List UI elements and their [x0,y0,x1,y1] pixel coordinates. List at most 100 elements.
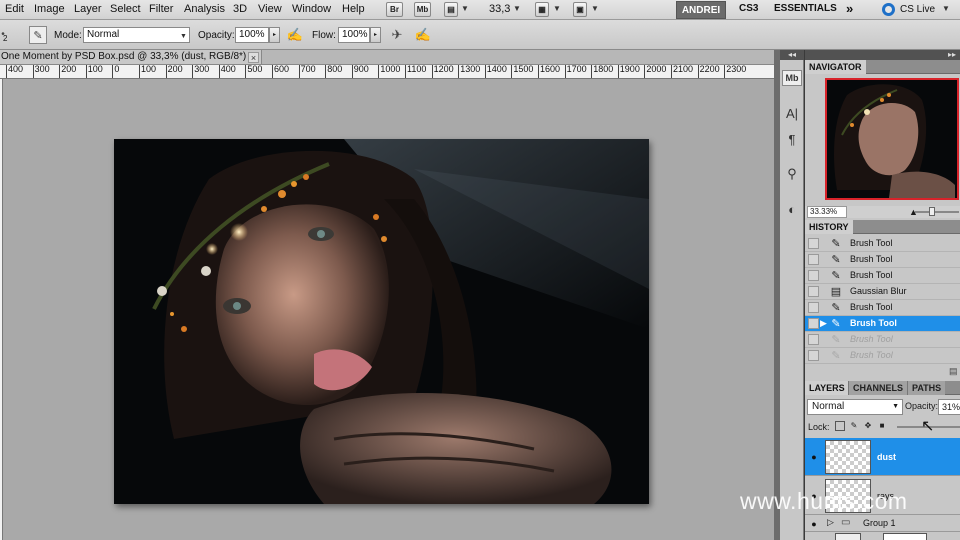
mini-bridge-button[interactable]: Mb [414,2,431,17]
chevron-down-icon[interactable]: ▼ [591,4,599,13]
lock-position-icon[interactable]: ✥ [863,421,873,431]
airbrush-icon[interactable]: ✈ [388,26,406,44]
snapshot-checkbox[interactable] [808,270,819,281]
pressure-opacity-icon[interactable]: ✍ [286,26,304,44]
image-canvas[interactable] [114,139,649,504]
navigator-zoom-input[interactable]: 33.33% [807,206,847,218]
layer-row[interactable]: ● dust [805,438,960,476]
history-item-undone[interactable]: ✎ Brush Tool [805,348,960,364]
navigator-panel-header: NAVIGATOR [805,60,960,74]
layer-group-row[interactable]: ● ▷ ▭ Group 1 [805,516,960,532]
history-item[interactable]: ✎ Brush Tool [805,268,960,284]
menu-help[interactable]: Help [342,3,365,15]
character-panel-icon[interactable]: A| [782,104,802,124]
menu-layer[interactable]: Layer [74,3,102,15]
zoom-level[interactable]: 33,3 [489,3,510,15]
history-item[interactable]: ✎ Brush Tool [805,252,960,268]
collapse-arrows-icon[interactable]: ▸▸ [805,50,960,60]
history-item[interactable]: ▤ Gaussian Blur [805,284,960,300]
expand-arrow-icon[interactable]: ▷ [827,517,834,528]
navigator-zoom-slider[interactable] [915,211,959,213]
close-icon[interactable]: × [248,52,259,63]
horizontal-ruler: 400 300 200 100 0 100 200 300 400 500 600 700 800 900… [0,65,774,79]
history-item-label: Brush Tool [850,238,893,248]
layers-panel-header: LAYERS CHANNELS PATHS [805,381,960,395]
collapse-arrows-icon[interactable]: ◂◂ [780,50,804,60]
lock-all-icon[interactable]: ■ [877,421,887,431]
snapshot-checkbox[interactable] [808,238,819,249]
flow-input[interactable]: 100% [338,27,370,43]
menu-image[interactable]: Image [34,3,65,15]
ruler-tick-label: 200 [165,65,192,78]
view-extras-icon[interactable]: ▤ [444,2,458,17]
workspace-essentials-button[interactable]: ESSENTIALS [774,3,837,14]
arrange-documents-icon[interactable]: ▦ [535,2,549,17]
snapshot-checkbox[interactable] [808,286,819,297]
menu-analysis[interactable]: Analysis [184,3,225,15]
eye-icon[interactable]: ● [807,517,821,531]
tab-history[interactable]: HISTORY [805,220,853,234]
layer-opacity-input[interactable]: 31% [938,399,960,415]
paragraph-panel-icon[interactable]: ¶ [782,130,802,150]
ruler-tick-label: 100 [85,65,112,78]
screen-mode-icon[interactable]: ▣ [573,2,587,17]
history-panel-options-icon[interactable]: ▤ [949,366,958,377]
menu-view[interactable]: View [258,3,282,15]
ruler-tick-label: 1100 [405,65,431,78]
menu-select[interactable]: Select [110,3,141,15]
opacity-input[interactable]: 100% [235,27,269,43]
ruler-tick-label: 500 [245,65,271,78]
folder-icon: ▭ [841,517,851,528]
pressure-size-icon[interactable]: ✍ [414,26,432,44]
chevron-down-icon[interactable]: ▼ [461,4,469,13]
history-item-undone[interactable]: ✎ Brush Tool [805,332,960,348]
menu-edit[interactable]: Edit [5,3,24,15]
more-workspaces-button[interactable]: » [846,1,853,16]
history-item[interactable]: ✎ Brush Tool [805,236,960,252]
history-item-selected[interactable]: ▶ ✎ Brush Tool [805,316,960,332]
flow-slider-button[interactable]: ▸ [370,27,381,43]
snapshot-checkbox[interactable] [808,254,819,265]
brush-panel-toggle-icon[interactable]: ✎ [29,26,47,44]
lock-transparency-icon[interactable] [835,421,845,431]
chevron-down-icon[interactable]: ▼ [513,4,521,13]
opacity-slider-button[interactable]: ▸ [269,27,280,43]
snapshot-checkbox[interactable] [808,302,819,313]
tab-navigator[interactable]: NAVIGATOR [805,60,866,74]
navigator-preview [827,80,957,198]
clone-source-icon[interactable]: ⚲ [782,164,802,184]
snapshot-checkbox[interactable] [808,334,819,345]
zoom-slider-handle[interactable] [929,207,935,216]
bridge-button[interactable]: Br [386,2,403,17]
adjustments-panel-icon[interactable]: ◐ [782,200,802,220]
chevron-down-icon[interactable]: ▼ [180,33,187,40]
layer-name: Group 1 [863,518,896,528]
chevron-down-icon[interactable]: ▼ [553,4,561,13]
snapshot-checkbox[interactable] [808,318,819,329]
eye-icon[interactable]: ● [807,450,821,464]
workspace-andrei-button[interactable]: ANDREI [676,1,726,19]
blend-mode-select[interactable]: Normal ▼ [807,399,903,415]
workspace-cs3-button[interactable]: CS3 [739,3,758,14]
history-state-pointer-icon[interactable]: ▶ [820,318,827,329]
navigator-controls: 33.33% ▲ [805,206,960,218]
tab-channels[interactable]: CHANNELS [848,381,908,395]
chevron-down-icon[interactable]: ▼ [942,4,950,13]
document-tab[interactable]: One Moment by PSD Box.psd @ 33,3% (dust,… [0,50,262,65]
navigator-thumbnail[interactable] [825,78,959,200]
mini-bridge-panel-icon[interactable]: Mb [782,70,802,86]
ruler-tick-label: 400 [6,65,32,78]
layer-row[interactable] [805,533,960,540]
tab-paths[interactable]: PATHS [907,381,946,395]
tab-layers[interactable]: LAYERS [805,381,849,395]
snapshot-checkbox[interactable] [808,350,819,361]
mode-select[interactable]: Normal [83,27,190,43]
history-item[interactable]: ✎ Brush Tool [805,300,960,316]
menu-3d[interactable]: 3D [233,3,247,15]
layer-thumbnail [825,440,871,474]
menu-window[interactable]: Window [292,3,331,15]
cs-live-button[interactable]: CS Live [900,4,935,15]
history-item-label: Brush Tool [850,334,893,344]
menu-filter[interactable]: Filter [149,3,173,15]
lock-image-pixels-icon[interactable]: ✎ [849,421,859,431]
